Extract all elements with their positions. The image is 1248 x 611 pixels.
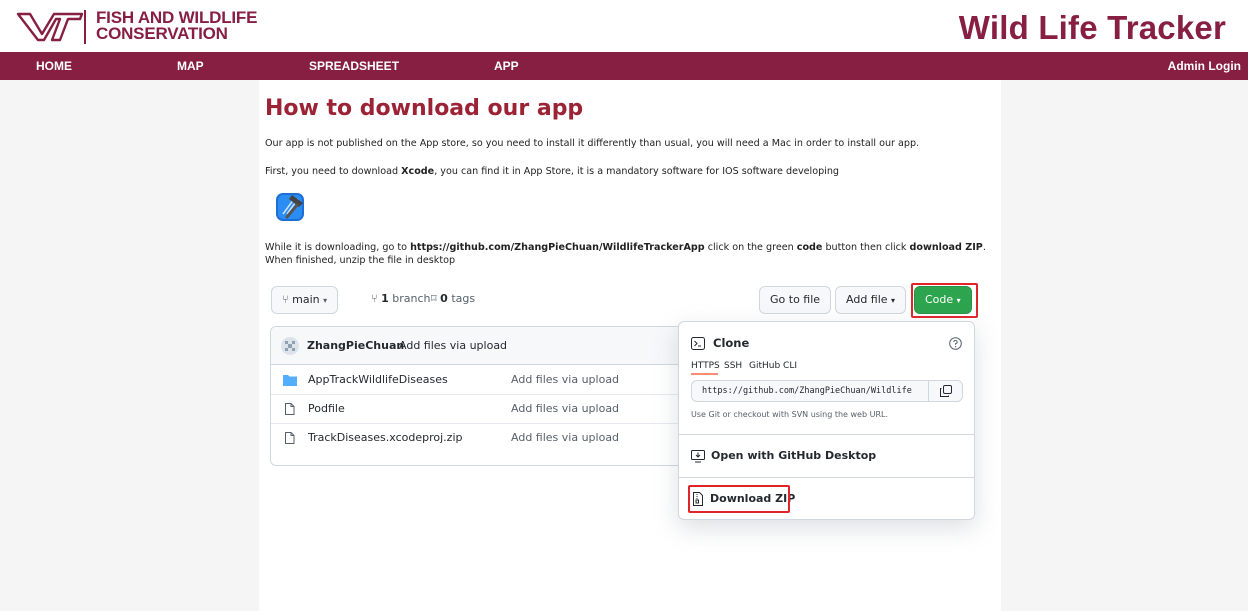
github-repo-link[interactable]: https://github.com/ZhangPieChuan/Wildlif…: [410, 242, 705, 253]
tag-icon: ⌑: [431, 292, 437, 305]
intro-paragraph: Our app is not published on the App stor…: [265, 138, 920, 149]
nav-admin-login[interactable]: Admin Login: [1168, 52, 1241, 80]
download-text-mid-1: click on the green: [704, 242, 797, 253]
xcode-text-pre: First, you need to download: [265, 166, 402, 177]
page-title: How to download our app: [265, 96, 584, 121]
nav-spreadsheet[interactable]: SPREADSHEET: [309, 52, 399, 80]
file-icon: [285, 403, 295, 415]
download-text-mid-2: button then click: [822, 242, 910, 253]
copy-icon: [940, 385, 952, 397]
folder-icon: [283, 375, 297, 386]
branch-name: main: [292, 293, 320, 306]
site-header: FISH AND WILDLIFE CONSERVATION Wild Life…: [0, 0, 1248, 52]
file-name[interactable]: TrackDiseases.xcodeproj.zip: [308, 431, 462, 444]
nav-app[interactable]: APP: [494, 52, 519, 80]
add-file-label: Add file: [846, 293, 888, 306]
download-text-pre: While it is downloading, go to: [265, 242, 411, 253]
site-title: Wild Life Tracker: [958, 9, 1226, 46]
desktop-download-icon: [691, 450, 705, 463]
file-icon: [285, 432, 295, 444]
branch-count-label: branch: [392, 292, 431, 305]
highlight-download-zip: [688, 485, 790, 513]
download-zip-keyword: download ZIP: [909, 242, 983, 253]
branch-selector[interactable]: ⑂ main ▾: [271, 286, 339, 314]
clone-url[interactable]: https://github.com/ZhangPieChuan/Wildlif…: [702, 386, 912, 396]
file-commit-message[interactable]: Add files via upload: [511, 402, 619, 415]
file-row[interactable]: AppTrackWildlifeDiseases Add files via u…: [271, 366, 739, 395]
chevron-down-icon: ▾: [323, 296, 328, 305]
clone-title: Clone: [713, 336, 750, 350]
file-commit-message[interactable]: Add files via upload: [511, 373, 619, 386]
copy-button[interactable]: [928, 381, 962, 401]
nav-map[interactable]: MAP: [177, 52, 204, 80]
tag-count[interactable]: ⌑ 0 tags: [431, 292, 475, 306]
xcode-text-post: , you can find it in App Store, it is a …: [434, 166, 840, 177]
help-icon[interactable]: [949, 337, 962, 350]
nav-home[interactable]: HOME: [36, 52, 72, 80]
avatar[interactable]: [281, 337, 299, 355]
tag-count-label: tags: [451, 292, 476, 305]
open-github-desktop-label: Open with GitHub Desktop: [711, 449, 877, 462]
xcode-paragraph: First, you need to download Xcode, you c…: [265, 166, 997, 179]
tab-https[interactable]: HTTPS: [691, 361, 720, 371]
branch-icon: ⑂: [282, 293, 289, 306]
file-row[interactable]: TrackDiseases.xcodeproj.zip Add files vi…: [271, 424, 739, 453]
tab-https-underline: [691, 373, 718, 375]
commit-author[interactable]: ZhangPieChuan: [307, 339, 404, 352]
terminal-icon: [691, 337, 705, 350]
logo-divider: [84, 10, 86, 44]
file-name[interactable]: Podfile: [308, 402, 345, 415]
latest-commit-bar: ZhangPieChuan Add files via upload: [271, 327, 739, 365]
file-commit-message[interactable]: Add files via upload: [511, 431, 619, 444]
chevron-down-icon: ▾: [891, 296, 896, 305]
go-to-file-button[interactable]: Go to file: [759, 286, 832, 314]
clone-url-field[interactable]: https://github.com/ZhangPieChuan/Wildlif…: [691, 380, 963, 402]
file-table: ZhangPieChuan Add files via upload AppTr…: [270, 326, 740, 466]
org-name: FISH AND WILDLIFE CONSERVATION: [96, 9, 257, 43]
highlight-code-button: [911, 283, 978, 318]
org-name-line-2: CONSERVATION: [96, 24, 228, 43]
tag-count-number: 0: [440, 292, 448, 305]
vt-logo-icon[interactable]: [16, 12, 84, 42]
xcode-name: Xcode: [401, 166, 435, 177]
open-github-desktop-button[interactable]: Open with GitHub Desktop: [679, 435, 974, 477]
download-paragraph: While it is downloading, go to https://g…: [265, 242, 997, 267]
tab-github-cli[interactable]: GitHub CLI: [749, 361, 797, 371]
file-name[interactable]: AppTrackWildlifeDiseases: [308, 373, 448, 386]
branch-count[interactable]: ⑂ 1 branch: [371, 292, 431, 306]
file-row[interactable]: Podfile Add files via upload: [271, 395, 739, 424]
code-keyword: code: [796, 242, 823, 253]
divider: [679, 477, 974, 478]
branch-count-number: 1: [381, 292, 389, 305]
commit-message[interactable]: Add files via upload: [399, 339, 507, 352]
add-file-button[interactable]: Add file ▾: [835, 286, 907, 314]
branch-icon: ⑂: [371, 292, 378, 305]
main-nav: HOME MAP SPREADSHEET APP Admin Login: [0, 52, 1248, 80]
clone-dropdown: Clone HTTPS SSH GitHub CLI https://githu…: [678, 321, 975, 520]
tab-ssh[interactable]: SSH: [724, 361, 742, 371]
xcode-icon: [276, 193, 304, 221]
clone-hint: Use Git or checkout with SVN using the w…: [691, 410, 889, 419]
